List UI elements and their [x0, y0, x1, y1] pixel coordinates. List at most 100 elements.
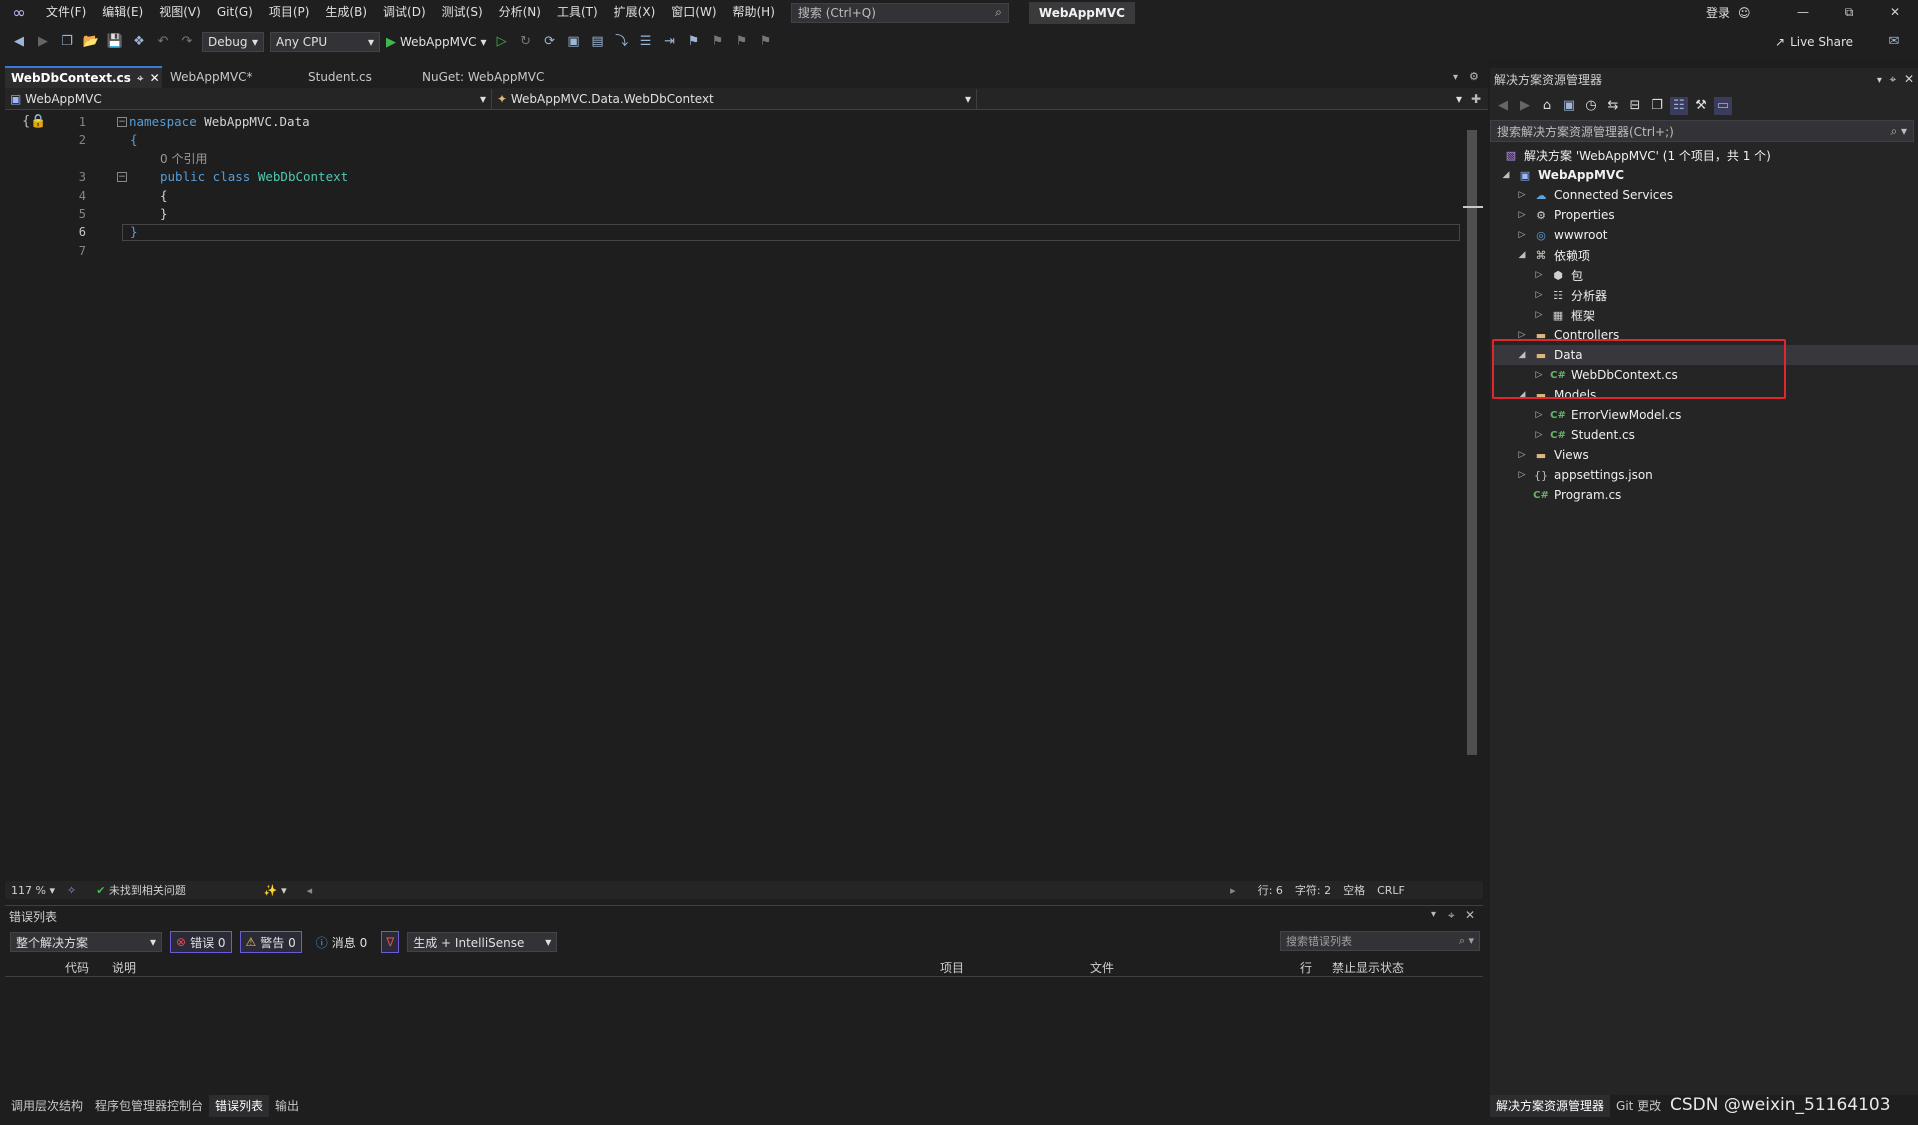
pin-icon[interactable]: ⌖ [137, 67, 144, 89]
feedback-icon[interactable]: ✉ [1885, 33, 1903, 51]
panel-menu-icon[interactable]: ▾ [1877, 75, 1882, 86]
tree-item-packages[interactable]: ▷ ⬢ 包 [1533, 265, 1583, 285]
browser-link-icon[interactable]: ▣ [565, 33, 583, 51]
solution-explorer-search-input[interactable]: 搜索解决方案资源管理器(Ctrl+;) ⌕ ▾ [1490, 120, 1914, 142]
restore-button[interactable]: ⧉ [1826, 0, 1872, 25]
menu-debug[interactable]: 调试(D) [375, 0, 434, 25]
code-cleanup-icon[interactable]: ✨ ▾ [258, 884, 293, 897]
messages-filter-button[interactable]: ⓘ 消息 0 [310, 931, 373, 953]
collapse-all-icon[interactable]: ⊟ [1626, 97, 1644, 115]
fold-collapse-icon[interactable]: − [117, 117, 127, 127]
refresh-icon[interactable]: ⟳ [541, 33, 559, 51]
split-editor-icon[interactable]: ✚ [1471, 92, 1481, 106]
open-folder-icon[interactable]: 📂 [82, 33, 100, 51]
tab-solution-explorer[interactable]: 解决方案资源管理器 [1490, 1095, 1611, 1117]
filter-icon[interactable]: ∇ [381, 931, 400, 953]
back-icon[interactable]: ◀ [1494, 97, 1512, 115]
collapsed-arrow-icon[interactable]: ▷ [1533, 430, 1545, 440]
member-nav-dropdown[interactable]: ▾ [977, 89, 1467, 109]
collapsed-arrow-icon[interactable]: ▷ [1533, 290, 1545, 300]
tree-item-student[interactable]: ▷ C# Student.cs [1533, 425, 1635, 445]
tab-nuget[interactable]: NuGet: WebAppMVC [416, 66, 586, 88]
tab-package-manager-console[interactable]: 程序包管理器控制台 [89, 1095, 209, 1117]
tree-item-wwwroot[interactable]: ▷ ◎ wwwroot [1516, 225, 1608, 245]
properties-wrench-icon[interactable]: ⚒ [1692, 97, 1710, 115]
menu-edit[interactable]: 编辑(E) [94, 0, 151, 25]
tree-item-dependencies[interactable]: ◢ ⌘ 依赖项 [1516, 245, 1590, 265]
zoom-dropdown[interactable]: 117 % ▾ [5, 884, 61, 897]
tree-item-connected-services[interactable]: ▷ ☁ Connected Services [1516, 185, 1674, 205]
format-icon[interactable]: ☰ [637, 33, 655, 51]
tree-item-analyzers[interactable]: ▷ ☷ 分析器 [1533, 285, 1607, 305]
project-nav-dropdown[interactable]: ▣ WebAppMVC ▾ [5, 88, 492, 109]
char-indicator[interactable]: 字符: 2 [1289, 882, 1337, 898]
minimize-button[interactable]: — [1780, 0, 1826, 25]
copilot-icon[interactable]: ✧ [61, 884, 82, 897]
menu-help[interactable]: 帮助(H) [725, 0, 783, 25]
menu-build[interactable]: 生成(B) [317, 0, 375, 25]
whitespace-indicator[interactable]: 空格 [1337, 882, 1371, 898]
scroll-left-icon[interactable]: ◂ [301, 884, 319, 897]
home-icon[interactable]: ⌂ [1538, 97, 1556, 115]
pin-icon[interactable]: ⌖ [1890, 72, 1897, 86]
tree-item-views[interactable]: ▷ ▬ Views [1516, 445, 1589, 465]
tree-item-errorviewmodel[interactable]: ▷ C# ErrorViewModel.cs [1533, 405, 1682, 425]
column-header-file[interactable]: 文件 [1090, 959, 1114, 976]
tab-webdbcontext[interactable]: WebDbContext.cs ⌖ ✕ [5, 66, 162, 88]
tree-item-appsettings[interactable]: ▷ {} appsettings.json [1516, 465, 1653, 485]
tree-item-program[interactable]: C# Program.cs [1533, 485, 1621, 505]
menu-file[interactable]: 文件(F) [38, 0, 94, 25]
next-bookmark-icon[interactable]: ⚑ [733, 33, 751, 51]
fold-collapse-icon[interactable]: − [117, 172, 127, 182]
save-icon[interactable]: 💾 [106, 33, 124, 51]
forward-icon[interactable]: ▶ [34, 33, 52, 51]
scroll-right-icon[interactable]: ▸ [1224, 884, 1242, 897]
collapsed-arrow-icon[interactable]: ▷ [1533, 410, 1545, 420]
collapsed-arrow-icon[interactable]: ▷ [1516, 190, 1528, 200]
global-search-input[interactable]: 搜索 (Ctrl+Q) ⌕ [790, 2, 1009, 23]
login-area[interactable]: 登录 ☺ [1706, 0, 1751, 25]
back-icon[interactable]: ◀ [10, 33, 28, 51]
type-nav-dropdown[interactable]: ✦ WebAppMVC.Data.WebDbContext ▾ [492, 88, 977, 109]
error-search-input[interactable]: 搜索错误列表 ⌕ ▾ [1280, 931, 1480, 951]
collapsed-arrow-icon[interactable]: ▷ [1533, 310, 1545, 320]
pending-changes-icon[interactable]: ◷ [1582, 97, 1600, 115]
panel-menu-icon[interactable]: ▾ [1431, 909, 1436, 920]
line-indicator[interactable]: 行: 6 [1252, 882, 1289, 898]
warnings-filter-button[interactable]: ⚠ 警告 0 [239, 931, 302, 953]
prev-bookmark-icon[interactable]: ⚑ [709, 33, 727, 51]
menu-analyze[interactable]: 分析(N) [491, 0, 549, 25]
layout-icon[interactable]: ▤ [589, 33, 607, 51]
undo-icon[interactable]: ↶ [154, 33, 172, 51]
bookmark-icon[interactable]: ⚑ [685, 33, 703, 51]
live-share-button[interactable]: ↗ Live Share [1775, 25, 1853, 59]
expanded-arrow-icon[interactable]: ◢ [1500, 170, 1512, 180]
preview-icon[interactable]: ▭ [1714, 97, 1732, 115]
settings-gear-icon[interactable]: ⚙ [1469, 70, 1479, 83]
menu-test[interactable]: 测试(S) [434, 0, 491, 25]
column-header-project[interactable]: 项目 [940, 959, 964, 976]
collapsed-arrow-icon[interactable]: ▷ [1516, 450, 1528, 460]
platform-dropdown[interactable]: Any CPU ▾ [270, 32, 380, 52]
menu-extensions[interactable]: 扩展(X) [606, 0, 664, 25]
clear-bookmarks-icon[interactable]: ⚑ [757, 33, 775, 51]
pin-icon[interactable]: ⌖ [1448, 908, 1455, 923]
tree-item-project[interactable]: ◢ ▣ WebAppMVC [1500, 165, 1625, 185]
tab-student[interactable]: Student.cs [302, 66, 414, 88]
configuration-dropdown[interactable]: Debug ▾ [202, 32, 264, 52]
redo-icon[interactable]: ↷ [178, 33, 196, 51]
forward-icon[interactable]: ▶ [1516, 97, 1534, 115]
step-icon[interactable]: ⤵ [613, 33, 631, 51]
menu-git[interactable]: Git(G) [209, 0, 261, 25]
issues-indicator[interactable]: ✔ 未找到相关问题 [90, 882, 192, 898]
scope-dropdown[interactable]: 整个解决方案 ▾ [10, 932, 162, 952]
sync-icon[interactable]: ⇆ [1604, 97, 1622, 115]
tab-output[interactable]: 输出 [269, 1095, 305, 1117]
hot-reload-icon[interactable]: ↻ [517, 33, 535, 51]
menu-tools[interactable]: 工具(T) [549, 0, 606, 25]
tab-git-changes[interactable]: Git 更改 [1610, 1095, 1667, 1117]
column-header-description[interactable]: 说明 [112, 959, 136, 976]
errors-filter-button[interactable]: ⊗ 错误 0 [170, 931, 232, 953]
column-header-suppression[interactable]: 禁止显示状态 [1332, 959, 1404, 976]
close-icon[interactable]: ✕ [1465, 908, 1475, 922]
